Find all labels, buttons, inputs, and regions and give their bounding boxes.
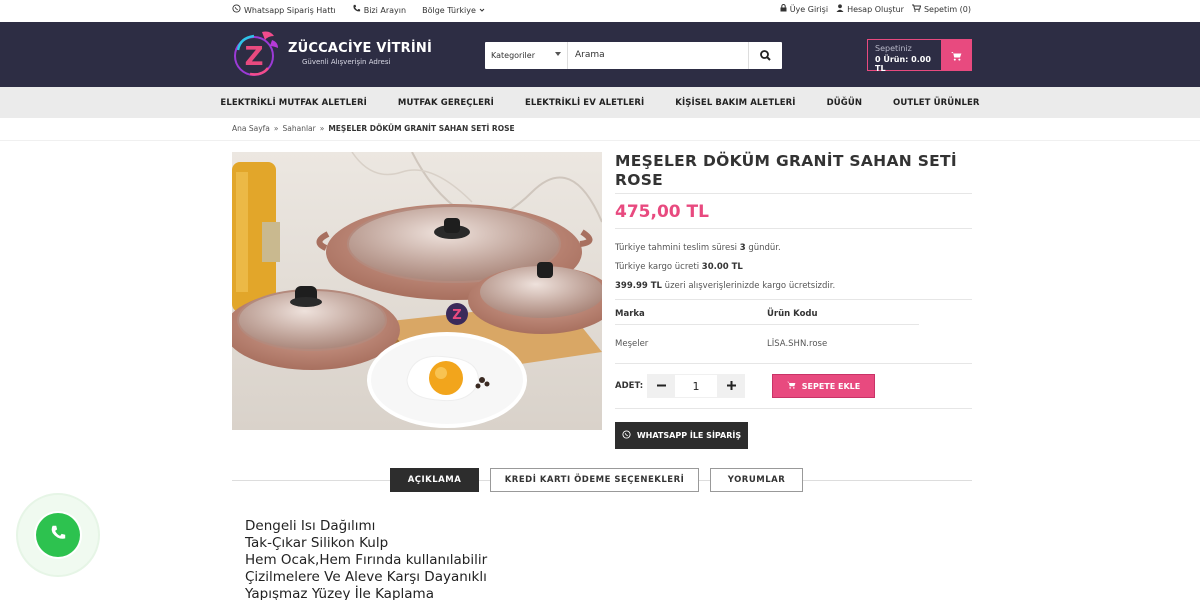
site-logo[interactable]: Z ZÜCCACİYE VİTRİNİ Güvenli Alışverişin … [232,28,432,78]
phone-call-button[interactable] [36,513,80,557]
main-navigation: ELEKTRİKLİ MUTFAK ALETLERİ MUTFAK GEREÇL… [0,87,1200,118]
image-watermark-letter: Z [452,308,461,323]
lock-icon [780,4,787,14]
increase-quantity-button[interactable] [717,374,745,398]
quantity-row: ADET: 1 SEPETE EKLE [615,374,972,409]
whatsapp-line-link[interactable]: Whatsapp Sipariş Hattı [232,4,336,16]
user-icon [836,4,844,14]
nav-item-electric-home[interactable]: ELEKTRİKLİ EV ALETLERİ [509,98,659,108]
quantity-label: ADET: [615,381,644,391]
category-select[interactable]: Kategoriler [485,42,568,69]
my-cart-label: Sepetim (0) [923,4,971,14]
shipping-fee-value: 30.00 TL [701,262,743,272]
phone-icon [352,4,361,16]
nav-item-kitchen-tools[interactable]: MUTFAK GEREÇLERİ [382,98,509,108]
delivery-time-suffix: gündür. [745,243,781,253]
free-shipping-limit: 399.99 TL [615,281,662,291]
product-tabs: AÇIKLAMA KREDİ KARTI ÖDEME SEÇENEKLERİ Y… [390,468,803,492]
chevron-down-icon [479,6,485,15]
header-cart[interactable]: Sepetiniz 0 Ürün: 0.00 TL [867,39,972,73]
register-label: Hesap Oluştur [847,4,904,14]
delivery-time-text: Türkiye tahmini teslim süresi 3 gündür. [615,239,972,258]
logo-mark-icon: Z [232,28,282,78]
breadcrumb-category[interactable]: Sahanlar [283,124,316,133]
brand-value: Meşeler [615,339,649,349]
add-to-cart-button[interactable]: SEPETE EKLE [772,374,875,398]
shipping-fee-prefix: Türkiye kargo ücreti [615,262,702,272]
login-link[interactable]: Üye Girişi [780,4,828,14]
product-code-value: LİSA.SHN.rose [767,339,828,349]
phone-icon [49,524,67,546]
tab-credit-card-options[interactable]: KREDİ KARTI ÖDEME SEÇENEKLERİ [490,468,699,492]
call-us-link[interactable]: Bizi Arayın [352,4,406,16]
product-meta: Marka Meşeler Ürün Kodu LİSA.SHN.rose [615,309,972,349]
caret-down-icon [555,52,561,56]
whatsapp-order-button[interactable]: WHATSAPP İLE SİPARİŞ [615,422,748,449]
shipping-info: Türkiye tahmini teslim süresi 3 gündür. … [615,239,972,300]
breadcrumb-separator: » [319,124,325,133]
breadcrumb-separator: » [273,124,279,133]
logo-name: ZÜCCACİYE VİTRİNİ [288,40,433,56]
my-cart-link[interactable]: Sepetim (0) [911,4,971,14]
cart-button[interactable] [941,40,971,70]
divider [0,140,1200,141]
search-icon [760,46,771,65]
nav-item-electric-kitchen[interactable]: ELEKTRİKLİ MUTFAK ALETLERİ [205,98,383,108]
category-select-label: Kategoriler [491,51,535,60]
login-label: Üye Girişi [789,4,829,14]
product-info: MEŞELER DÖKÜM GRANİT SAHAN SETİ ROSE 475… [615,152,972,449]
whatsapp-line-label: Whatsapp Sipariş Hattı [244,5,336,15]
region-selector[interactable]: Bölge Türkiye [422,4,485,16]
divider [615,363,972,364]
floating-whatsapp-button[interactable] [16,493,100,577]
call-us-label: Bizi Arayın [363,5,407,15]
cart-icon [786,381,796,391]
plus-icon [726,378,736,394]
nav-item-outlet[interactable]: OUTLET ÜRÜNLER [878,98,996,108]
whatsapp-icon [622,430,631,441]
nav-item-wedding[interactable]: DÜĞÜN [811,98,877,108]
breadcrumb-current: MEŞELER DÖKÜM GRANİT SAHAN SETİ ROSE [328,124,515,133]
search-button[interactable] [748,42,782,69]
cart-summary: 0 Ürün: 0.00 TL [875,55,931,73]
product-price: 475,00 TL [615,202,972,229]
search-bar: Kategoriler Arama [485,42,782,69]
free-shipping-suffix: üzeri alışverişlerinizde kargo ücretsizd… [661,281,836,291]
tab-description[interactable]: AÇIKLAMA [390,468,479,492]
whatsapp-order-label: WHATSAPP İLE SİPARİŞ [636,431,742,440]
cart-icon [950,46,962,65]
quantity-input[interactable]: 1 [675,374,717,398]
tab-reviews[interactable]: YORUMLAR [710,468,803,492]
quantity-stepper: 1 [647,374,745,398]
free-shipping-text: 399.99 TL üzeri alışverişlerinizde kargo… [615,277,972,296]
description-line: Yapışmaz Yüzey İle Kaplama [245,586,434,600]
region-label: Bölge Türkiye [422,5,476,15]
product-code-label: Ürün Kodu [767,309,919,325]
description-line: Dengeli Isı Dağılımı [245,518,376,534]
cart-icon [911,4,922,14]
search-input[interactable]: Arama [568,42,748,69]
product-description: Dengeli Isı Dağılımı Tak-Çıkar Silikon K… [245,518,487,600]
nav-item-personal-care[interactable]: KİŞİSEL BAKIM ALETLERİ [660,98,811,108]
cart-title: Sepetiniz [875,44,912,53]
description-line: Hem Ocak,Hem Fırında kullanılabilir [245,552,488,568]
product-title: MEŞELER DÖKÜM GRANİT SAHAN SETİ ROSE [615,152,972,194]
logo-slogan: Güvenli Alışverişin Adresi [302,57,391,66]
whatsapp-icon [232,4,241,16]
top-utility-bar: Whatsapp Sipariş Hattı Bizi Arayın Bölge… [0,0,1200,22]
brand-label: Marka [615,309,767,325]
logo-letter: Z [245,42,264,72]
breadcrumb: Ana Sayfa » Sahanlar » MEŞELER DÖKÜM GRA… [232,124,515,133]
shipping-fee-text: Türkiye kargo ücreti 30.00 TL [615,258,972,277]
delivery-time-prefix: Türkiye tahmini teslim süresi [615,243,740,253]
breadcrumb-home[interactable]: Ana Sayfa [232,124,270,133]
minus-icon [656,378,666,394]
add-to-cart-label: SEPETE EKLE [801,381,861,391]
site-header: Z ZÜCCACİYE VİTRİNİ Güvenli Alışverişin … [0,22,1200,87]
description-line: Çizilmelere Ve Aleve Karşı Dayanıklı [245,569,487,585]
register-link[interactable]: Hesap Oluştur [836,4,904,14]
description-line: Tak-Çıkar Silikon Kulp [245,535,389,551]
product-image[interactable]: Z [232,152,602,430]
decrease-quantity-button[interactable] [647,374,675,398]
